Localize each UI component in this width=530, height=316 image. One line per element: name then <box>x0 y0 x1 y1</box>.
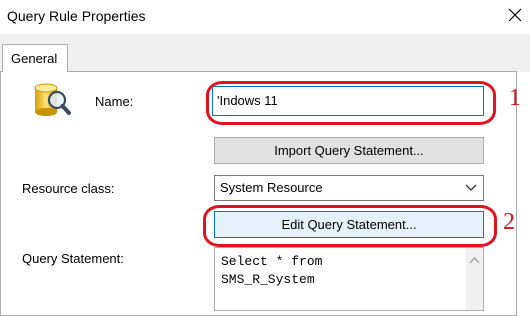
tab-strip <box>0 34 530 72</box>
name-label: Name: <box>95 94 134 109</box>
close-icon[interactable] <box>505 5 525 25</box>
annotation-number-1: 1 <box>509 85 521 111</box>
tab-general[interactable]: General <box>2 44 68 72</box>
annotation-highlight-edit <box>203 205 497 247</box>
window-title: Query Rule Properties <box>7 8 146 24</box>
query-statement-textarea[interactable]: Select * from SMS_R_System <box>214 247 484 311</box>
resource-class-value: System Resource <box>220 180 323 195</box>
resource-class-label: Resource class: <box>22 181 115 196</box>
query-scrollbar[interactable] <box>466 248 483 310</box>
scroll-up-arrow-icon[interactable] <box>469 252 480 270</box>
import-query-statement-button[interactable]: Import Query Statement... <box>214 137 484 164</box>
query-line: SMS_R_System <box>221 272 315 287</box>
annotation-number-2: 2 <box>503 209 515 235</box>
database-magnifier-icon <box>30 80 72 122</box>
query-statement-label: Query Statement: <box>22 251 124 266</box>
annotation-highlight-name <box>206 81 496 125</box>
tab-general-label: General <box>11 51 58 66</box>
query-line: Select * from <box>221 254 323 269</box>
title-bar: Query Rule Properties <box>0 0 530 34</box>
resource-class-select[interactable]: System Resource <box>214 175 484 201</box>
chevron-down-icon <box>465 179 477 200</box>
